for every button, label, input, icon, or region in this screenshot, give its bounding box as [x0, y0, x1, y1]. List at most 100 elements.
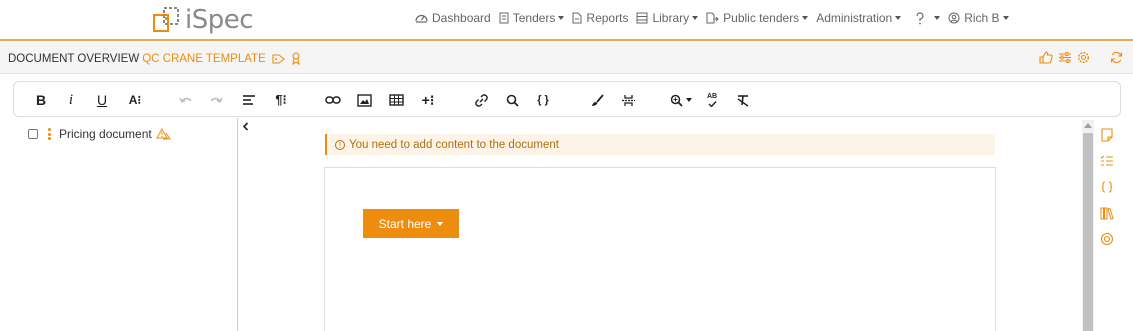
books-icon[interactable]: [1100, 206, 1116, 222]
align-button[interactable]: [241, 91, 257, 109]
underline-button[interactable]: U: [95, 91, 109, 109]
document-tree-panel: Pricing document: [0, 118, 238, 331]
font-size-button[interactable]: A⁝: [126, 91, 144, 109]
reports-icon: [572, 12, 582, 24]
zoom-button[interactable]: [669, 91, 693, 109]
tag-icon[interactable]: [272, 53, 286, 65]
check-icon: [708, 101, 717, 107]
page-break-button[interactable]: [620, 91, 636, 109]
warning-icon: [155, 128, 171, 140]
italic-button[interactable]: i: [64, 91, 78, 109]
nav-reports[interactable]: Reports: [572, 11, 628, 25]
spellcheck-label: AB: [706, 93, 718, 100]
table-button[interactable]: [388, 91, 404, 109]
tenders-icon: [499, 12, 509, 24]
thumbs-up-icon[interactable]: [1039, 51, 1053, 64]
document-editor[interactable]: Start here: [324, 167, 996, 331]
main-nav: Dashboard Tenders Reports Library Public…: [415, 11, 1017, 25]
dashboard-icon: [415, 14, 428, 23]
nav-public-tenders[interactable]: Public tenders: [706, 11, 809, 25]
settings-icon[interactable]: [1077, 51, 1090, 64]
scroll-thumb[interactable]: [1083, 133, 1093, 331]
redo-button[interactable]: [208, 91, 224, 109]
tree-item-checkbox[interactable]: [28, 129, 38, 139]
undo-icon: [179, 97, 192, 104]
award-icon[interactable]: [291, 52, 301, 65]
start-here-label: Start here: [378, 216, 432, 231]
chevron-left-icon: [242, 122, 249, 131]
table-icon: [388, 94, 404, 106]
target-icon[interactable]: [1100, 232, 1116, 248]
help-menu[interactable]: [915, 11, 941, 25]
document-overview-label: DOCUMENT OVERVIEW: [8, 52, 140, 65]
logo-mark-icon: [152, 5, 182, 35]
align-left-icon: [243, 95, 255, 105]
alert-text: You need to add content to the document: [349, 138, 559, 151]
undo-button[interactable]: [178, 91, 194, 109]
tree-item[interactable]: Pricing document: [28, 127, 171, 141]
braces-icon[interactable]: [1100, 180, 1116, 196]
insert-button[interactable]: +⁝: [419, 91, 437, 109]
nav-dashboard-label: Dashboard: [432, 11, 491, 25]
redo-icon: [210, 97, 223, 104]
user-circle-icon: [948, 12, 960, 24]
editor-toolbar: B i U A⁝ ¶⁝ +⁝ { } AB: [13, 81, 1121, 117]
editor-scrollbar[interactable]: [1082, 120, 1094, 331]
zoom-in-icon: [670, 94, 683, 107]
nav-reports-label: Reports: [586, 11, 629, 25]
chevron-down-icon: [934, 16, 941, 20]
scroll-up-arrow-icon[interactable]: [1084, 123, 1092, 128]
hyperlink-icon: [474, 93, 488, 107]
info-icon: !: [335, 139, 345, 150]
image-icon: [356, 93, 372, 107]
chevron-down-icon: [692, 16, 699, 20]
public-tenders-icon: [706, 12, 719, 24]
clear-format-icon: [737, 94, 749, 107]
nav-tenders-label: Tenders: [512, 11, 556, 25]
sliders-icon[interactable]: [1058, 51, 1072, 64]
link-icon: [325, 96, 341, 104]
side-toolbar: [1100, 128, 1116, 258]
chevron-down-icon: [686, 98, 692, 102]
nav-library[interactable]: Library: [636, 11, 699, 25]
document-title: DOCUMENT OVERVIEW QC CRANE TEMPLATE: [8, 52, 301, 65]
library-icon: [636, 12, 648, 24]
user-name: Rich B: [964, 11, 1000, 25]
logo-text: iSpec: [185, 5, 254, 35]
bold-button[interactable]: B: [34, 91, 48, 109]
chevron-down-icon: [437, 221, 444, 226]
user-menu[interactable]: Rich B: [948, 11, 1009, 25]
chevron-down-icon: [895, 16, 902, 20]
spellcheck-button[interactable]: AB: [704, 91, 720, 109]
nav-dashboard[interactable]: Dashboard: [415, 11, 491, 25]
chevron-down-icon: [558, 16, 565, 20]
nav-administration-label: Administration: [816, 11, 893, 25]
kebab-menu-icon[interactable]: [48, 127, 51, 140]
nav-library-label: Library: [652, 11, 690, 25]
nav-administration[interactable]: Administration: [816, 11, 902, 25]
start-here-button[interactable]: Start here: [363, 209, 459, 238]
code-view-button[interactable]: { }: [534, 91, 552, 109]
brush-icon: [591, 93, 604, 106]
clear-formatting-button[interactable]: [735, 91, 751, 109]
page-break-icon: [621, 94, 635, 106]
link-button[interactable]: [325, 91, 341, 109]
document-header: DOCUMENT OVERVIEW QC CRANE TEMPLATE: [0, 43, 1133, 74]
ispec-logo[interactable]: iSpec: [152, 5, 254, 35]
template-name[interactable]: QC CRANE TEMPLATE: [142, 53, 266, 65]
refresh-icon[interactable]: [1110, 51, 1123, 64]
paragraph-button[interactable]: ¶⁝: [272, 91, 290, 109]
note-icon[interactable]: [1100, 128, 1116, 144]
nav-tenders[interactable]: Tenders: [499, 11, 565, 25]
help-icon: [916, 11, 924, 24]
hyperlink-button[interactable]: [473, 91, 489, 109]
image-button[interactable]: [356, 91, 372, 109]
find-button[interactable]: [504, 91, 520, 109]
checklist-icon[interactable]: [1100, 154, 1116, 170]
tree-item-label[interactable]: Pricing document: [59, 127, 152, 141]
empty-document-alert: ! You need to add content to the documen…: [325, 134, 995, 155]
collapse-panel-button[interactable]: [242, 120, 249, 134]
chevron-down-icon: [802, 16, 809, 20]
format-painter-button[interactable]: [589, 91, 605, 109]
nav-public-tenders-label: Public tenders: [723, 11, 800, 25]
